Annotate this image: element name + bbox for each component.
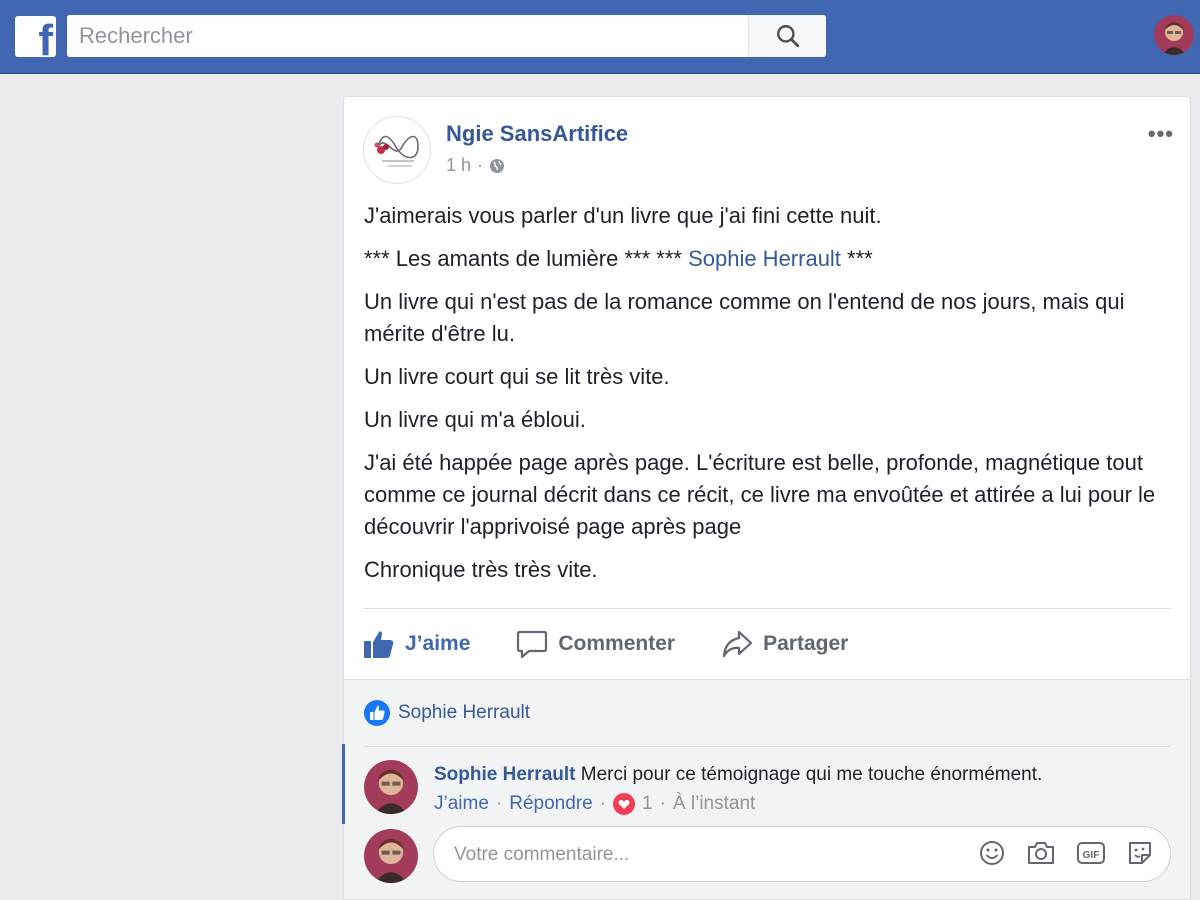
gif-icon[interactable]: GIF — [1076, 839, 1106, 867]
post-paragraph-with-tag: *** Les amants de lumière *** *** Sophie… — [364, 243, 1174, 275]
avatar-image — [364, 760, 418, 814]
comment-content: Sophie Herrault Merci pour ce témoignage… — [434, 764, 1042, 786]
post-actions: J’aime Commenter Partager — [363, 619, 894, 669]
reactions-summary[interactable]: Sophie Herrault — [364, 700, 530, 726]
current-user-avatar — [364, 829, 418, 883]
post-body: J'aimerais vous parler d'un livre que j'… — [364, 200, 1174, 597]
search-bar — [67, 15, 826, 57]
like-reaction-icon — [364, 700, 390, 726]
post-paragraph-prefix: *** Les amants de lumière *** *** — [364, 246, 689, 271]
post-paragraph-suffix: *** — [840, 246, 873, 271]
comment-author[interactable]: Sophie Herrault — [434, 764, 575, 785]
tagged-person-link[interactable]: Sophie Herrault — [688, 246, 841, 271]
post-paragraph: J'ai été happée page après page. L'écrit… — [364, 450, 1156, 539]
camera-icon[interactable] — [1026, 839, 1056, 867]
share-label: Partager — [763, 632, 849, 655]
page-avatar[interactable] — [363, 116, 431, 184]
post-author[interactable]: Ngie SansArtifice — [446, 121, 628, 147]
profile-avatar[interactable] — [1154, 15, 1194, 55]
comment-label: Commenter — [558, 632, 676, 655]
post-paragraph: J'aimerais vous parler d'un livre que j'… — [364, 203, 882, 228]
avatar-image — [364, 829, 418, 883]
reaction-count[interactable]: 1 — [642, 793, 653, 815]
comment-button[interactable]: Commenter — [516, 629, 675, 659]
post-paragraph: Un livre qui m'a ébloui. — [364, 407, 586, 432]
thumbs-up-icon — [364, 631, 394, 658]
post-time[interactable]: 1 h — [446, 155, 471, 176]
comment-actions: J’aime · Répondre · 1 · À l’instant — [434, 793, 755, 815]
commenter-avatar[interactable] — [364, 760, 418, 814]
separator-dot: · — [495, 793, 503, 814]
search-button[interactable] — [748, 15, 826, 57]
search-icon — [776, 25, 799, 48]
share-arrow-icon — [722, 630, 753, 658]
facebook-logo-letter: f — [38, 16, 53, 58]
like-label: J’aime — [405, 632, 471, 655]
divider — [363, 608, 1171, 609]
post-card: Ngie SansArtifice 1 h · ••• J'aimerais v… — [342, 96, 1191, 900]
separator-dot: · — [659, 793, 666, 814]
separator-dot: · — [599, 793, 607, 814]
share-button[interactable]: Partager — [721, 629, 848, 659]
svg-text:GIF: GIF — [1083, 850, 1100, 861]
comment-text: Merci pour ce témoignage qui me touche é… — [580, 764, 1043, 785]
comment-composer: GIF — [433, 826, 1171, 883]
more-options-icon[interactable]: ••• — [1148, 121, 1174, 147]
globe-icon[interactable] — [489, 158, 505, 174]
comment-input[interactable] — [452, 827, 976, 883]
comment-icon — [517, 630, 548, 659]
sticker-icon[interactable] — [1126, 839, 1154, 867]
post-paragraph: Chronique très très vite. — [364, 557, 598, 582]
page-logo-image — [364, 117, 430, 183]
heart-reaction-icon[interactable] — [613, 793, 636, 815]
search-input[interactable] — [67, 15, 749, 57]
composer-icons: GIF — [978, 839, 1154, 867]
emoji-icon[interactable] — [978, 839, 1006, 867]
new-comment-indicator — [342, 744, 345, 824]
divider — [364, 746, 1170, 747]
post-paragraph: Un livre qui n'est pas de la romance com… — [364, 289, 1125, 346]
comment-reply-link[interactable]: Répondre — [509, 793, 592, 815]
avatar-image — [1154, 15, 1194, 55]
top-navigation-bar: f — [0, 0, 1200, 74]
like-button[interactable]: J’aime — [363, 629, 470, 659]
comment-time[interactable]: À l’instant — [673, 793, 755, 815]
post-paragraph: Un livre court qui se lit très vite. — [364, 364, 670, 389]
meta-separator: · — [477, 155, 484, 175]
facebook-logo[interactable]: f — [15, 16, 56, 57]
comments-section: Sophie Herrault Sophie Herrault Merci po… — [342, 679, 1190, 899]
comment-like-link[interactable]: J’aime — [434, 793, 489, 815]
liked-by-name: Sophie Herrault — [398, 702, 531, 723]
post-meta: 1 h · — [446, 155, 505, 176]
